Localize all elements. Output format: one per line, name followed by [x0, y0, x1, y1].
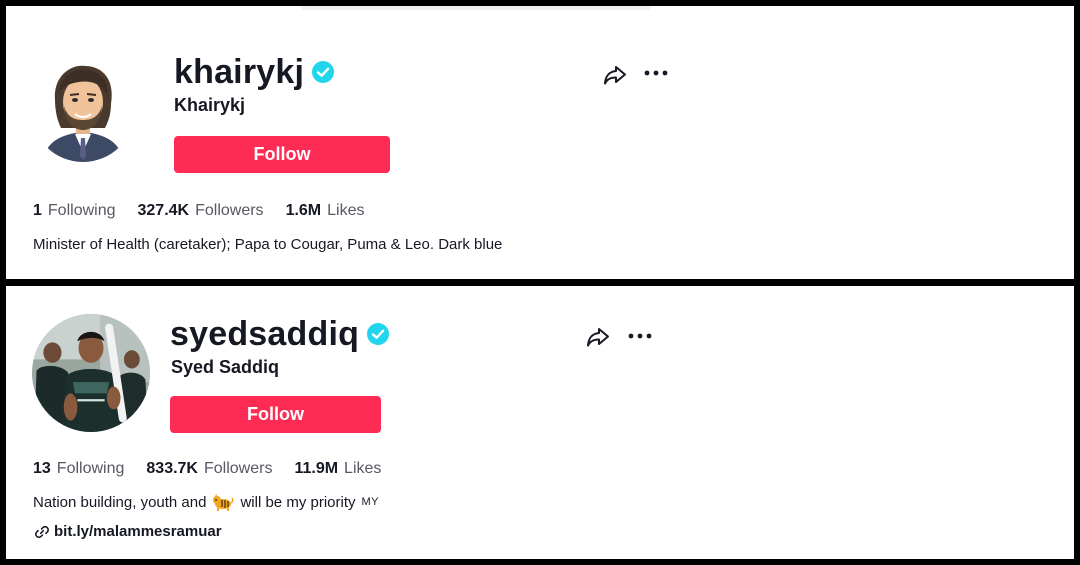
- bio-text-end: will be my priority: [240, 493, 356, 511]
- profile-link[interactable]: bit.ly/malammesramuar: [35, 523, 222, 540]
- title-row: khairykj: [174, 52, 335, 92]
- stat-followers[interactable]: 327.4K Followers: [138, 202, 264, 220]
- avatar[interactable]: [31, 58, 135, 162]
- profile-card-syedsaddiq: syedsaddiq Syed Saddiq Follow 13 Followi…: [6, 286, 1074, 559]
- stat-value: 1: [33, 202, 42, 219]
- stat-likes: 11.9M Likes: [294, 460, 381, 478]
- follow-button[interactable]: Follow: [170, 396, 381, 433]
- photo-avatar-image: [32, 314, 150, 432]
- username: syedsaddiq: [170, 315, 360, 353]
- bio: Minister of Health (caretaker); Papa to …: [33, 236, 503, 253]
- top-strip: [301, 6, 651, 10]
- stat-value: 327.4K: [137, 202, 190, 219]
- profile-card-khairykj: khairykj Khairykj Follow 1 Following 327…: [6, 6, 1074, 279]
- avatar[interactable]: [32, 314, 150, 432]
- more-dots-icon[interactable]: [628, 331, 652, 341]
- share-arrow-icon[interactable]: [585, 325, 611, 349]
- tiger-emoji-icon: [213, 494, 234, 511]
- stat-label: Followers: [203, 460, 273, 477]
- nickname: Khairykj: [174, 95, 246, 115]
- stat-label: Followers: [195, 202, 264, 219]
- verified-badge-icon: [312, 61, 335, 83]
- username: khairykj: [174, 53, 305, 91]
- caricature-avatar-image: [31, 58, 135, 162]
- bio: Nation building, youth and will be my pr…: [33, 492, 379, 512]
- stats-row: 13 Following 833.7K Followers 11.9M Like…: [33, 460, 403, 478]
- stat-value: 833.7K: [146, 460, 198, 477]
- title-row: syedsaddiq: [170, 314, 390, 354]
- follow-button[interactable]: Follow: [174, 136, 390, 173]
- stat-label: Likes: [344, 460, 382, 477]
- stat-likes: 1.6M Likes: [286, 202, 365, 220]
- stat-value: 1.6M: [285, 202, 322, 219]
- link-text: bit.ly/malammesramuar: [54, 523, 222, 540]
- stat-following[interactable]: 13 Following: [33, 460, 124, 478]
- stat-following[interactable]: 1 Following: [33, 202, 116, 220]
- stat-label: Likes: [327, 202, 365, 219]
- nickname: Syed Saddiq: [171, 357, 280, 377]
- stat-value: 11.9M: [294, 460, 339, 477]
- more-dots-icon[interactable]: [644, 68, 668, 78]
- stat-label: Following: [56, 460, 125, 477]
- stat-label: Following: [47, 202, 116, 219]
- bio-text-start: Nation building, youth and: [33, 493, 207, 511]
- stats-row: 1 Following 327.4K Followers 1.6M Likes: [33, 202, 387, 220]
- bio-flag: MY: [361, 496, 379, 508]
- verified-badge-icon: [367, 323, 390, 345]
- stat-followers[interactable]: 833.7K Followers: [146, 460, 272, 478]
- link-icon: [35, 525, 49, 538]
- share-arrow-icon[interactable]: [602, 63, 628, 87]
- stat-value: 13: [33, 460, 51, 477]
